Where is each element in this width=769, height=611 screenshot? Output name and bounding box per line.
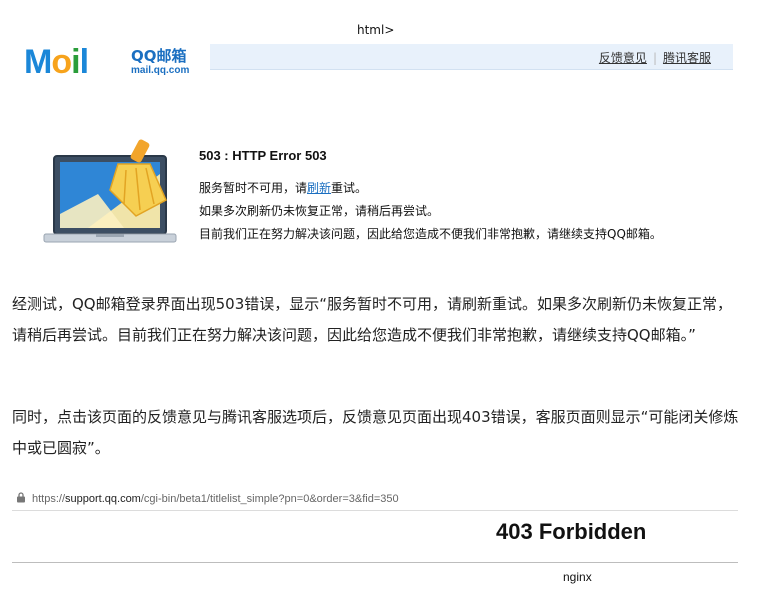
error-line-1: 服务暂时不可用，请刷新重试。 xyxy=(199,177,662,200)
logo-domain-text: mail.qq.com xyxy=(131,65,190,76)
error-line-1-suffix: 重试。 xyxy=(331,181,368,195)
logo-letter-i: i xyxy=(71,43,81,81)
error-message-block: 503 : HTTP Error 503 服务暂时不可用，请刷新重试。 如果多次… xyxy=(199,148,662,246)
tencent-service-link[interactable]: 腾讯客服 xyxy=(663,51,711,65)
logo-wordmark: Moil xyxy=(24,43,90,81)
browser-address-bar[interactable]: https://support.qq.com/cgi-bin/beta1/tit… xyxy=(12,488,738,511)
logo-letter-o: o xyxy=(51,43,72,81)
logo-letter-l: l xyxy=(79,43,90,81)
article-paragraph-2: 同时，点击该页面的反馈意见与腾讯客服选项后，反馈意见页面出现403错误，客服页面… xyxy=(12,408,739,457)
feedback-link[interactable]: 反馈意见 xyxy=(599,51,647,65)
logo-letter-m: M xyxy=(24,43,52,81)
header-bar: 反馈意见 | 腾讯客服 xyxy=(210,44,733,70)
server-signature: nginx xyxy=(563,570,592,584)
lock-icon xyxy=(17,492,25,503)
logo-brand-text: QQ邮箱 xyxy=(131,47,187,65)
divider xyxy=(12,562,738,563)
refresh-link[interactable]: 刷新 xyxy=(307,181,331,195)
url-scheme: https:// xyxy=(32,493,66,505)
error-line-3: 目前我们正在努力解决该问题，因此给您造成不便我们非常抱歉，请继续支持QQ邮箱。 xyxy=(199,227,662,241)
page-top-text: html> xyxy=(357,23,395,37)
error-line-2: 如果多次刷新仍未恢复正常，请稍后再尝试。 xyxy=(199,204,440,218)
qq-mail-logo[interactable]: Moil QQ邮箱 mail.qq.com xyxy=(24,41,204,85)
error-title: 503 : HTTP Error 503 xyxy=(199,148,327,163)
url-text: https://support.qq.com/cgi-bin/beta1/tit… xyxy=(32,493,399,505)
forbidden-heading: 403 Forbidden xyxy=(496,519,647,544)
article-paragraph-1: 经测试，QQ邮箱登录界面出现503错误，显示“服务暂时不可用，请刷新重试。如果多… xyxy=(12,295,733,344)
header-link-separator: | xyxy=(652,51,657,65)
header-links: 反馈意见 | 腾讯客服 xyxy=(599,49,711,66)
laptop-broom-icon xyxy=(43,139,177,243)
url-path: /cgi-bin/beta1/titlelist_simple?pn=0&ord… xyxy=(140,493,399,505)
error-line-1-prefix: 服务暂时不可用，请 xyxy=(199,181,308,195)
url-host: support.qq.com xyxy=(65,493,141,505)
